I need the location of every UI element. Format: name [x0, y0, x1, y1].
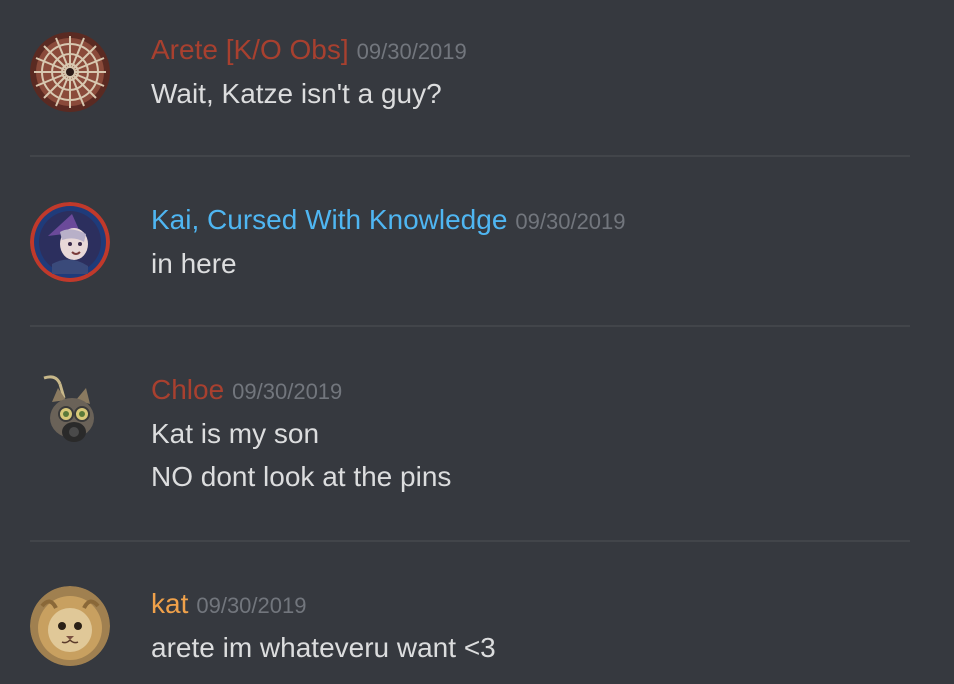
message-text: arete im whateveru want <3 [151, 632, 496, 663]
message-header: Arete [K/O Obs] 09/30/2019 [151, 34, 467, 66]
message-header: kat 09/30/2019 [151, 588, 306, 620]
message-text: Wait, Katze isn't a guy? [151, 78, 442, 109]
gasmask-cat-avatar-icon[interactable] [30, 372, 110, 452]
message-text: NO dont look at the pins [151, 461, 452, 492]
message-header: Kai, Cursed With Knowledge 09/30/2019 [151, 204, 626, 236]
timestamp: 09/30/2019 [232, 379, 343, 404]
timestamp: 09/30/2019 [515, 209, 626, 234]
message-divider [30, 540, 910, 542]
mandala-avatar-icon[interactable] [30, 32, 110, 112]
witch-character-avatar-icon[interactable] [30, 202, 110, 282]
timestamp: 09/30/2019 [196, 593, 307, 618]
message-divider [30, 155, 910, 157]
username[interactable]: kat [151, 588, 188, 619]
message-text: Kat is my son [151, 418, 320, 449]
chat-message-list: Arete [K/O Obs] 09/30/2019 Wait, Katze is… [0, 0, 954, 684]
username[interactable]: Arete [K/O Obs] [151, 34, 349, 65]
message-text: in here [151, 248, 237, 279]
username[interactable]: Chloe [151, 374, 224, 405]
username[interactable]: Kai, Cursed With Knowledge [151, 204, 507, 235]
message-header: Chloe 09/30/2019 [151, 374, 342, 406]
lion-cat-avatar-icon[interactable] [30, 586, 110, 666]
timestamp: 09/30/2019 [356, 39, 467, 64]
message-divider [30, 325, 910, 327]
